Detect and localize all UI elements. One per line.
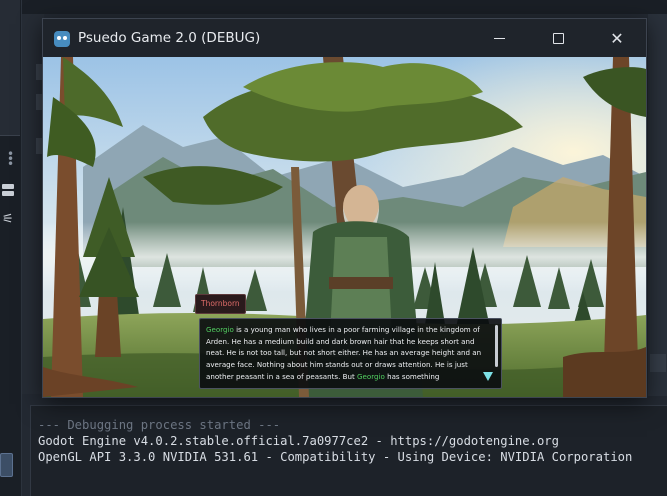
character-name-highlight: Georgio: [206, 325, 234, 334]
maximize-button[interactable]: [535, 19, 581, 57]
game-window: Psuedo Game 2.0 (DEBUG) ✕ Thornborn Geor…: [42, 18, 647, 398]
window-title: Psuedo Game 2.0 (DEBUG): [78, 30, 261, 46]
dialogue-text: Georgio is a young man who lives in a po…: [206, 324, 491, 383]
output-line: OpenGL API 3.3.0 NVIDIA 531.61 - Compati…: [38, 450, 633, 464]
output-line: --- Debugging process started ---: [38, 418, 281, 432]
filter-icon[interactable]: ⚟: [2, 212, 14, 227]
close-button[interactable]: ✕: [594, 19, 640, 57]
drag-handle-icon[interactable]: • • •: [7, 148, 14, 170]
dock-panel: [0, 0, 20, 136]
layout-icon[interactable]: [2, 184, 14, 198]
close-icon: ✕: [610, 28, 624, 48]
editor-scene-panel: [22, 14, 44, 394]
godot-icon: [54, 31, 70, 47]
output-panel: --- Debugging process started --- Godot …: [30, 405, 667, 496]
minimize-icon: [493, 37, 505, 39]
editor-top-bar: [22, 0, 667, 14]
maximize-icon: [552, 32, 564, 44]
triangle-down-icon[interactable]: [483, 372, 493, 381]
character-name-highlight: Georgio: [357, 371, 385, 381]
output-line: Godot Engine v4.0.2.stable.official.7a09…: [38, 434, 559, 448]
editor-inspector-panel: [648, 14, 667, 396]
dialogue-scrollbar[interactable]: [495, 325, 498, 367]
dialogue-text-segment: has something: [384, 371, 440, 381]
dialogue-text-segment: is a young man who lives in a poor farmi…: [206, 325, 482, 381]
dialogue-box[interactable]: Georgio is a young man who lives in a po…: [199, 318, 502, 389]
editor-left-dock: • • • ⚟: [0, 0, 22, 496]
window-titlebar[interactable]: Psuedo Game 2.0 (DEBUG) ✕: [43, 19, 646, 57]
minimize-button[interactable]: [476, 19, 522, 57]
game-viewport[interactable]: Thornborn Georgio is a young man who liv…: [43, 57, 646, 397]
speaker-name-tag: Thornborn: [195, 294, 246, 314]
dock-selected-button[interactable]: [0, 453, 13, 477]
